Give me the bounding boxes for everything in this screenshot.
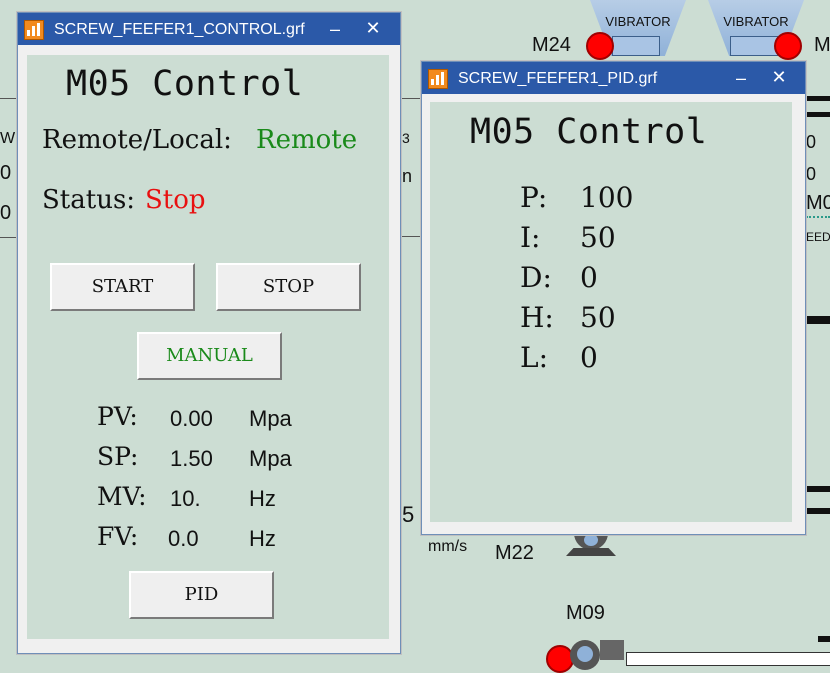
param-i-label: I: — [520, 221, 541, 254]
param-i-value: 50 — [580, 221, 616, 254]
remote-local-value: Remote — [256, 125, 358, 155]
motor-m22-pump-icon[interactable] — [566, 532, 616, 558]
fv-unit: Hz — [249, 526, 276, 551]
right-edge-wave — [806, 216, 830, 224]
param-l-value: 0 — [580, 341, 598, 374]
app-icon — [24, 20, 44, 40]
close-icon[interactable]: ✕ — [768, 66, 790, 88]
pid-button[interactable]: PID — [129, 571, 274, 619]
right-edge-text-0: 0 — [806, 132, 817, 152]
sp-unit: Mpa — [249, 446, 292, 471]
right-edge-bar-3 — [806, 316, 830, 324]
pv-unit: Mpa — [249, 406, 292, 431]
right-edge-text-mo: M0 — [806, 192, 830, 214]
mid-edge-text-3: 3 — [402, 130, 410, 146]
sp-value: 1.50 — [170, 446, 213, 471]
minimize-icon[interactable]: – — [324, 18, 346, 40]
param-l-label: L: — [520, 341, 549, 374]
start-button[interactable]: START — [50, 263, 195, 311]
unit-mms: mm/s — [428, 538, 468, 555]
right-edge-text-0b: 0 — [806, 164, 817, 184]
mv-value: 10. — [170, 486, 201, 511]
control-window-titlebar[interactable]: SCREW_FEEFER1_CONTROL.grf – ✕ — [18, 13, 400, 45]
param-h-label: H: — [520, 301, 554, 334]
pid-window[interactable]: SCREW_FEEFER1_PID.grf – ✕ M05 Control P:… — [421, 61, 806, 535]
pid-window-title: SCREW_FEEFER1_PID.grf — [458, 70, 658, 87]
vibrator-left-box — [612, 36, 660, 56]
param-p-label: P: — [520, 181, 548, 214]
right-edge-bar-4 — [806, 486, 830, 492]
mv-label: MV: — [97, 482, 147, 511]
remote-local-label: Remote/Local: — [42, 125, 232, 155]
param-h-value: 50 — [580, 301, 616, 334]
conveyor-rect — [626, 652, 830, 666]
motor-m22-label: M22 — [495, 542, 534, 564]
motor-m24-status-dot[interactable] — [586, 32, 614, 60]
left-edge-text-0a: 0 — [0, 162, 12, 184]
control-window[interactable]: SCREW_FEEFER1_CONTROL.grf – ✕ M05 Contro… — [17, 12, 401, 654]
sp-label: SP: — [97, 442, 139, 471]
control-heading: M05 Control — [66, 64, 304, 104]
app-icon — [428, 69, 448, 89]
right-edge-bar-5 — [806, 508, 830, 514]
right-edge-bar-2 — [806, 112, 830, 117]
pid-heading: M05 Control — [470, 112, 708, 152]
right-edge-bar-6 — [818, 636, 830, 642]
vibrator-right-box — [730, 36, 778, 56]
param-d-value: 0 — [580, 261, 598, 294]
left-edge-text-0b: 0 — [0, 202, 12, 224]
minimize-icon[interactable]: – — [730, 67, 752, 89]
manual-button[interactable]: MANUAL — [137, 332, 282, 380]
param-d-label: D: — [520, 261, 552, 294]
value-5: 5 — [402, 502, 415, 527]
status-value: Stop — [145, 185, 206, 215]
vibrator-left-label: VIBRATOR — [605, 14, 671, 29]
status-label: Status: — [42, 185, 136, 215]
stop-button[interactable]: STOP — [216, 263, 361, 311]
param-p-value: 100 — [580, 181, 634, 214]
right-edge-text-eed: EED — [806, 230, 830, 244]
pv-value: 0.00 — [170, 406, 213, 431]
control-panel: M05 Control Remote/Local: Remote Status:… — [27, 55, 389, 639]
pipe-line-bottom — [400, 236, 422, 237]
close-icon[interactable]: ✕ — [362, 17, 384, 39]
pid-panel: M05 Control P: 100 I: 50 D: 0 H: 50 L: 0 — [430, 102, 792, 522]
motor-m24-label: M24 — [532, 34, 571, 56]
vibrator-right-label: VIBRATOR — [723, 14, 789, 29]
motor-right-label: M — [814, 34, 830, 56]
fv-value: 0.0 — [168, 526, 199, 551]
control-window-title: SCREW_FEEFER1_CONTROL.grf — [54, 21, 305, 38]
motor-m09-label: M09 — [566, 602, 605, 624]
pv-label: PV: — [97, 402, 138, 431]
left-edge-text-w: W — [0, 130, 16, 147]
right-edge-bar-1 — [806, 96, 830, 101]
mv-unit: Hz — [249, 486, 276, 511]
motor-m09-pump-icon[interactable] — [570, 638, 626, 670]
pipe-line-top — [400, 98, 422, 99]
motor-right-status-dot[interactable] — [774, 32, 802, 60]
fv-label: FV: — [97, 522, 139, 551]
mid-edge-text-n: n — [402, 166, 413, 186]
pid-window-titlebar[interactable]: SCREW_FEEFER1_PID.grf – ✕ — [422, 62, 805, 94]
